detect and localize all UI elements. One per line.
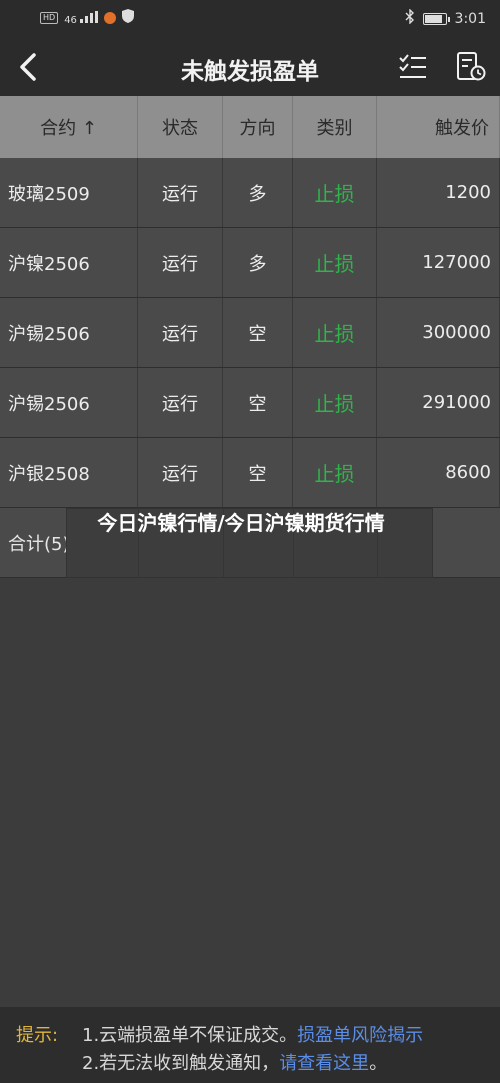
status-cell: 运行 <box>138 158 223 227</box>
table-header: 合约 ↑ 状态 方向 类别 触发价 <box>0 96 500 158</box>
hd-badge: HD <box>40 12 59 24</box>
table-row[interactable]: 沪镍2506 运行 多 止损 127000 <box>0 228 500 298</box>
direction-cell: 空 <box>223 438 293 507</box>
top-nav-bar: 未触发损盈单 <box>0 38 500 96</box>
table-row[interactable]: 沪锡2506 运行 空 止损 300000 <box>0 298 500 368</box>
bluetooth-icon <box>405 8 415 28</box>
type-cell: 止损 <box>293 228 377 297</box>
header-direction: 方向 <box>223 96 293 158</box>
clock-time: 3:01 <box>454 10 486 27</box>
price-cell: 291000 <box>377 368 500 437</box>
contract-cell: 沪镍2506 <box>0 228 138 297</box>
header-type: 类别 <box>293 96 377 158</box>
status-cell: 运行 <box>138 298 223 367</box>
tip-line-2: 2.若无法收到触发通知，请查看这里。 <box>82 1049 387 1075</box>
contract-cell: 玻璃2509 <box>0 158 138 227</box>
status-bar: HD 46 3:01 <box>0 0 500 38</box>
table-row[interactable]: 玻璃2509 运行 多 止损 1200 <box>0 158 500 228</box>
table-row[interactable]: 沪锡2506 运行 空 止损 291000 <box>0 368 500 438</box>
header-trigger-price: 触发价 <box>377 96 500 158</box>
network-type: 46 <box>64 14 77 26</box>
price-cell: 127000 <box>377 228 500 297</box>
orders-table: 合约 ↑ 状态 方向 类别 触发价 玻璃2509 运行 多 止损 1200 沪镍… <box>0 96 500 578</box>
direction-cell: 空 <box>223 298 293 367</box>
price-cell: 8600 <box>377 438 500 507</box>
tip-text-2-end: 。 <box>369 1053 388 1074</box>
battery-level-fill <box>424 14 442 23</box>
status-cell: 运行 <box>138 368 223 437</box>
header-contract-sort[interactable]: 合约 ↑ <box>0 96 138 158</box>
overlay-caption: 今日沪镍行情/今日沪镍期货行情 <box>97 511 385 535</box>
shield-icon <box>122 9 135 27</box>
table-row[interactable]: 沪银2508 运行 空 止损 8600 <box>0 438 500 508</box>
price-cell: 1200 <box>377 158 500 227</box>
order-history-icon[interactable] <box>455 51 487 83</box>
checklist-icon[interactable] <box>398 52 428 82</box>
contract-cell: 沪锡2506 <box>0 298 138 367</box>
app-notification-icon <box>104 12 117 24</box>
battery-icon <box>422 12 450 25</box>
tip-text-1: 1.云端损盈单不保证成交。 <box>82 1025 298 1046</box>
risk-disclosure-link[interactable]: 损盈单风险揭示 <box>297 1025 423 1046</box>
direction-cell: 多 <box>223 158 293 227</box>
type-cell: 止损 <box>293 158 377 227</box>
tip-text-2: 2.若无法收到触发通知， <box>82 1053 280 1074</box>
status-cell: 运行 <box>138 438 223 507</box>
contract-cell: 沪银2508 <box>0 438 138 507</box>
header-status: 状态 <box>138 96 223 158</box>
tip-label: 提示: <box>16 1025 59 1046</box>
direction-cell: 多 <box>223 228 293 297</box>
view-here-link[interactable]: 请查看这里 <box>279 1053 369 1074</box>
signal-icon: 46 <box>64 10 99 26</box>
price-cell: 300000 <box>377 298 500 367</box>
type-cell: 止损 <box>293 298 377 367</box>
type-cell: 止损 <box>293 438 377 507</box>
status-cell: 运行 <box>138 228 223 297</box>
tips-footer: 提示: 1.云端损盈单不保证成交。损盈单风险揭示 2.若无法收到触发通知，请查看… <box>0 1007 500 1083</box>
tip-line-1: 1.云端损盈单不保证成交。损盈单风险揭示 <box>82 1021 423 1047</box>
type-cell: 止损 <box>293 368 377 437</box>
contract-cell: 沪锡2506 <box>0 368 138 437</box>
direction-cell: 空 <box>223 368 293 437</box>
